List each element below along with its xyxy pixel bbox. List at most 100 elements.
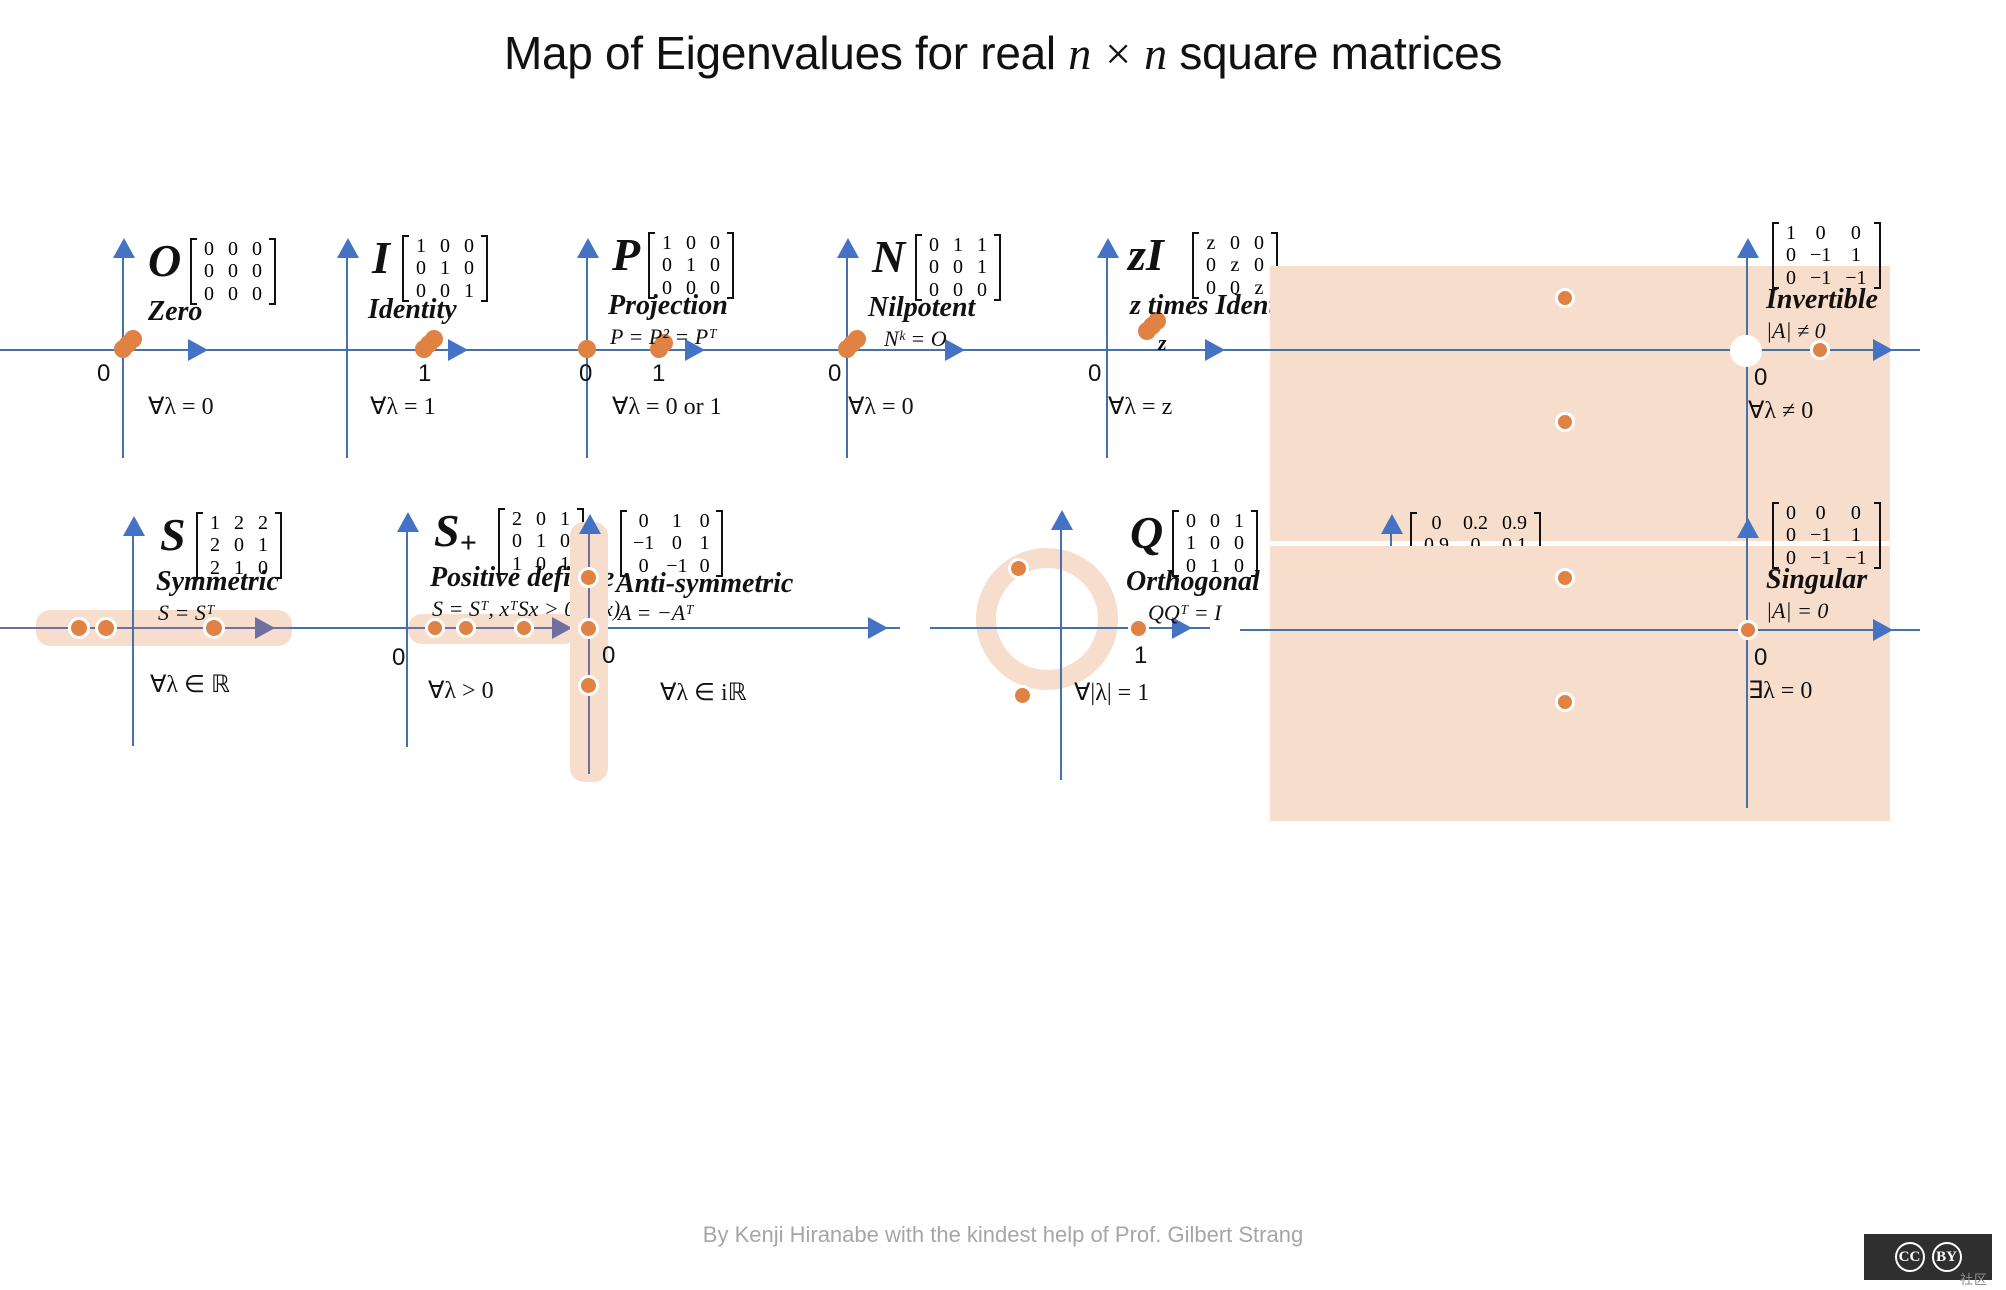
axis-tick: 0 xyxy=(602,642,616,669)
watermark: 社区 xyxy=(1959,1272,1988,1287)
panel-anti-symmetric: 010 −1 0 1 0 −1 0 Anti-symmetric A = −Aᵀ 0 ∀… xyxy=(560,510,920,782)
axis-tick: 1 xyxy=(418,360,432,387)
page-title-math: n × n xyxy=(1068,28,1167,79)
axis-tick: 0 xyxy=(97,360,111,387)
axis-arrow-up xyxy=(1737,238,1759,258)
matrix-symbol: zI xyxy=(1128,229,1164,280)
eigenvalue-dot xyxy=(425,330,443,348)
eigenvalue-rule: ∀λ ≠ 0 xyxy=(1748,398,1814,424)
matrix-symbol: O xyxy=(148,235,182,286)
axis-tick: 0 xyxy=(579,360,593,387)
panel-name: Anti-symmetric xyxy=(616,568,794,599)
eigenvalue-dot xyxy=(1555,288,1575,308)
matrix-symbol-subscript: + xyxy=(459,526,477,560)
axis-arrow-up xyxy=(579,514,601,534)
panel-name: Zero xyxy=(148,296,203,327)
axis-arrow-right xyxy=(255,617,275,639)
axis-tick: 0 xyxy=(1088,360,1102,387)
matrix-singular: 000 0 −1 1 0 −1 −1 xyxy=(1772,502,1881,570)
panel-name: Singular xyxy=(1766,564,1868,595)
eigenvalue-rule: ∀λ = 0 or 1 xyxy=(612,394,722,420)
axis-tick: 0 xyxy=(1754,364,1768,391)
panel-condition: S = Sᵀ xyxy=(158,600,215,625)
footer-credit: By Kenji Hiranabe with the kindest help … xyxy=(702,1222,1304,1247)
excluded-origin-marker xyxy=(1730,335,1762,367)
eigenvalue-dot xyxy=(578,618,599,639)
axis-arrow-right xyxy=(448,339,468,361)
axes-anti-symmetric xyxy=(560,514,920,774)
panel-invertible: 100 0 −1 1 0 −1 −1 Invertible |A| ≠ 0 0 ∀λ ≠… xyxy=(1240,222,2006,541)
axis-arrow-right xyxy=(1205,339,1225,361)
panel-condition: P = P² = Pᵀ xyxy=(610,324,717,349)
axis-arrow-up xyxy=(577,238,599,258)
axis-arrow-right xyxy=(1873,339,1893,361)
eigenvalue-dot xyxy=(578,675,599,696)
axis-tick: 0 xyxy=(828,360,842,387)
eigenvalue-dot xyxy=(68,617,90,639)
panel-condition: |A| = 0 xyxy=(1766,598,1829,623)
page-title: Map of Eigenvalues for real n × n square… xyxy=(0,26,2006,80)
axis-arrow-up xyxy=(837,238,859,258)
panel-name: Orthogonal xyxy=(1126,566,1260,597)
eigenvalue-rule: ∀λ > 0 xyxy=(428,678,494,704)
matrix-symbol: N xyxy=(872,231,906,282)
eigenvalue-rule: ∀λ = 1 xyxy=(370,394,436,420)
panel-name: Invertible xyxy=(1766,284,1878,315)
eigenvalue-rule: ∃λ = 0 xyxy=(1748,678,1813,704)
axis-arrow-up xyxy=(123,516,145,536)
axis-tick: 0 xyxy=(1754,644,1768,671)
axis-arrow-right xyxy=(1873,619,1893,641)
matrix-symbol: S xyxy=(160,509,186,560)
eigenvalue-rule: ∀λ ∈ ℝ xyxy=(150,672,230,698)
matrix-invertible: 100 0 −1 1 0 −1 −1 xyxy=(1772,222,1881,290)
matrix-symbol-letter: S xyxy=(434,505,460,556)
panel-name: Nilpotent xyxy=(868,292,976,323)
cc-by-icon: BY xyxy=(1931,1242,1962,1272)
matrix-symbol: I xyxy=(372,232,390,283)
matrix-symbol: P xyxy=(612,229,641,280)
axis-arrow-up xyxy=(1097,238,1119,258)
page-title-prefix: Map of Eigenvalues for real xyxy=(503,27,1069,79)
eigenvalue-rule: ∀λ ∈ iℝ xyxy=(660,680,747,706)
eigenvalue-dot xyxy=(848,330,866,348)
axis-arrow-up xyxy=(397,512,419,532)
matrix-symbol: Q xyxy=(1130,507,1164,558)
axis-tick: 0 xyxy=(392,644,406,671)
panel-name: Projection xyxy=(608,290,728,321)
eigenvalue-dot xyxy=(124,330,142,348)
panel-condition: QQᵀ = I xyxy=(1148,600,1222,625)
axis-arrow-right xyxy=(868,617,888,639)
axis-arrow-up xyxy=(1381,514,1403,534)
eigenvalue-rule: ∀λ = 0 xyxy=(148,394,214,420)
eigenvalue-rule: ∀λ = 0 xyxy=(848,394,914,420)
axis-arrow-up xyxy=(1737,518,1759,538)
matrix-symbol: S+ xyxy=(434,508,477,559)
eigenvalue-dot xyxy=(1555,568,1575,588)
eigenvalue-dot xyxy=(578,567,599,588)
eigenvalue-dot xyxy=(578,340,596,358)
dot-label-z: z xyxy=(1158,330,1167,355)
axis-tick-secondary: 1 xyxy=(652,360,666,387)
page-title-suffix: square matrices xyxy=(1166,27,1503,79)
axis-arrow-up xyxy=(113,238,135,258)
eigenvalue-dot xyxy=(95,617,117,639)
axis-arrow-right xyxy=(188,339,208,361)
panel-name: Identity xyxy=(368,294,457,325)
eigenvalue-rule: ∀λ = z xyxy=(1108,394,1173,420)
axis-arrow-right xyxy=(945,339,965,361)
panel-singular: 000 0 −1 1 0 −1 −1 Singular |A| = 0 0 ∃λ = 0 xyxy=(1240,502,2006,821)
eigenvalue-rule: ∀|λ| = 1 xyxy=(1074,680,1150,706)
matrix-identity: 100 010 001 xyxy=(402,235,488,303)
axis-tick: 1 xyxy=(1134,642,1148,669)
axis-arrow-up xyxy=(1051,510,1073,530)
eigenvalue-dot xyxy=(1555,692,1575,712)
panel-condition: Nᵏ = O xyxy=(884,326,947,351)
eigenvalue-dot xyxy=(1128,618,1149,639)
eigenvalue-dot xyxy=(1738,620,1758,640)
panel-condition: |A| ≠ 0 xyxy=(1766,318,1826,343)
axis-arrow-up xyxy=(337,238,359,258)
eigenvalue-dot xyxy=(1555,412,1575,432)
panel-orthogonal: Q 001 100 010 Orthogonal QQᵀ = I 1 ∀|λ| … xyxy=(930,510,1310,780)
panel-condition: A = −Aᵀ xyxy=(618,600,694,625)
eigenvalue-dot xyxy=(1012,685,1033,706)
